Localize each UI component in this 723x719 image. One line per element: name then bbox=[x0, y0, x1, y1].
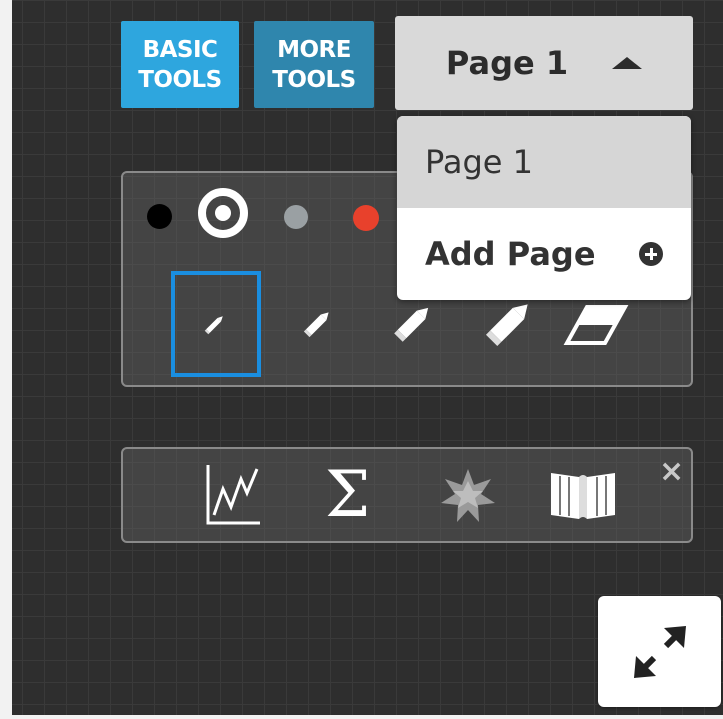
pen-xlarge-icon[interactable] bbox=[483, 295, 537, 349]
pen-medium-icon[interactable] bbox=[301, 306, 335, 340]
wolfram-alpha-icon[interactable] bbox=[439, 467, 497, 525]
book-icon[interactable] bbox=[547, 467, 619, 523]
color-swatch-white[interactable] bbox=[198, 188, 248, 238]
color-swatch-red[interactable] bbox=[353, 205, 379, 231]
pen-large-icon[interactable] bbox=[391, 299, 437, 345]
page-select-current: Page 1 bbox=[445, 44, 569, 82]
graph-icon[interactable] bbox=[205, 463, 263, 527]
more-tools-button[interactable]: MORE TOOLS bbox=[254, 21, 374, 108]
extra-tools-panel: Σ × bbox=[121, 447, 693, 543]
sigma-icon[interactable]: Σ bbox=[325, 455, 370, 535]
add-page-option[interactable]: Add Page bbox=[397, 208, 691, 300]
bottom-edge bbox=[0, 715, 723, 719]
basic-tools-label-line2: TOOLS bbox=[138, 66, 222, 93]
color-swatch-gray[interactable] bbox=[284, 205, 308, 229]
page-select-dropdown[interactable]: Page 1 bbox=[395, 16, 693, 110]
add-page-label: Add Page bbox=[425, 235, 596, 273]
page-option-page-1[interactable]: Page 1 bbox=[397, 116, 691, 208]
page-dropdown-menu: Page 1 Add Page bbox=[397, 116, 691, 300]
plus-circle-icon bbox=[639, 242, 663, 266]
expand-arrows-icon bbox=[634, 626, 686, 678]
pen-thin-icon[interactable] bbox=[202, 311, 228, 337]
close-icon[interactable]: × bbox=[659, 457, 684, 487]
expand-button[interactable] bbox=[598, 596, 721, 707]
left-edge bbox=[0, 0, 12, 719]
eraser-icon[interactable] bbox=[563, 299, 629, 347]
basic-tools-button[interactable]: BASIC TOOLS bbox=[121, 21, 239, 108]
more-tools-label-line2: TOOLS bbox=[272, 66, 356, 93]
color-swatch-black[interactable] bbox=[147, 204, 172, 229]
more-tools-label-line1: MORE bbox=[277, 36, 351, 63]
basic-tools-label-line1: BASIC bbox=[142, 36, 218, 63]
page-option-label: Page 1 bbox=[425, 143, 533, 181]
chevron-up-icon bbox=[612, 57, 643, 69]
